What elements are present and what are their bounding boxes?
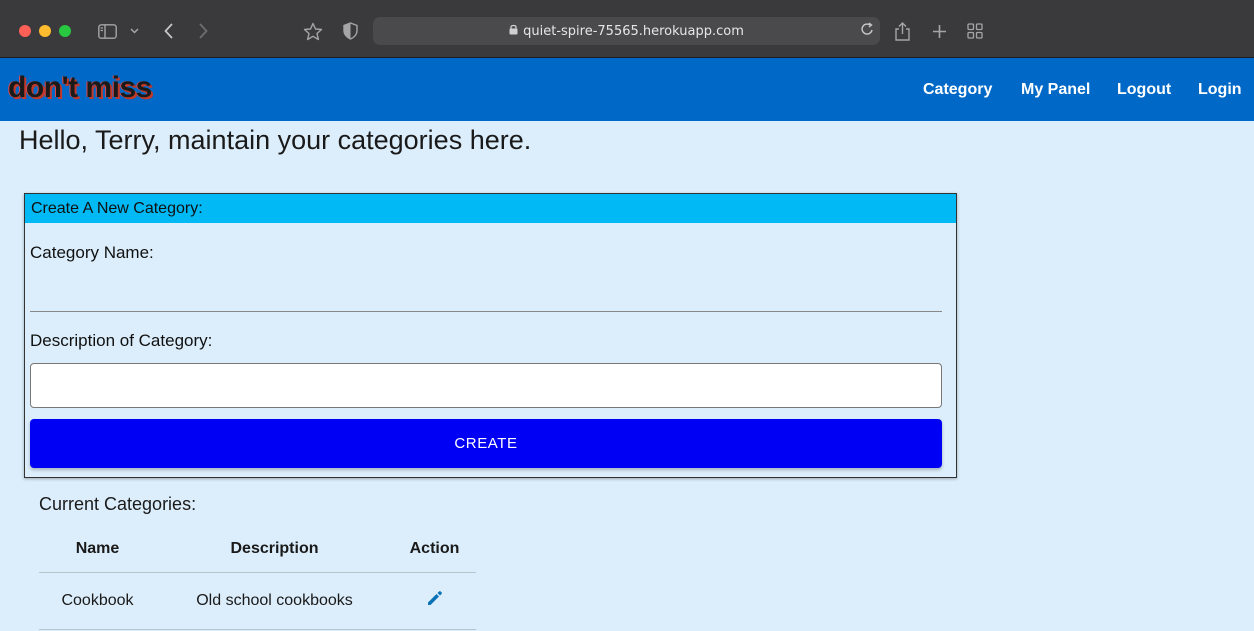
app-navbar: don't miss Category My Panel Logout Logi… [0, 58, 1254, 121]
current-categories-title: Current Categories: [39, 494, 197, 514]
card-header: Create A New Category: [25, 194, 956, 223]
nav-link-category[interactable]: Category [923, 81, 992, 99]
nav-link-my-panel[interactable]: My Panel [1021, 81, 1090, 99]
table-row: Cookbook Old school cookbooks [39, 572, 476, 630]
sidebar-icon[interactable] [96, 18, 118, 44]
category-name-cell: Cookbook [39, 572, 156, 630]
maximize-window-button[interactable] [59, 25, 71, 37]
share-icon[interactable] [893, 18, 911, 44]
pencil-icon[interactable] [426, 589, 444, 612]
close-window-button[interactable] [19, 25, 31, 37]
address-bar[interactable]: quiet-spire-75565.herokuapp.com [373, 17, 880, 45]
nav-link-login[interactable]: Login [1198, 81, 1242, 99]
category-description-cell: Old school cookbooks [156, 572, 393, 630]
shield-icon[interactable] [341, 18, 359, 44]
category-name-label: Category Name: [30, 243, 154, 262]
grid-icon[interactable] [966, 18, 984, 44]
reload-icon[interactable] [861, 22, 874, 40]
column-header-name: Name [39, 526, 156, 573]
category-name-input[interactable] [30, 274, 942, 312]
url-text: quiet-spire-75565.herokuapp.com [523, 23, 744, 39]
brand-logo[interactable]: don't miss [8, 71, 152, 105]
create-category-card: Create A New Category: Category Name: De… [24, 193, 957, 478]
categories-table: Name Description Action Cookbook Old sch… [39, 526, 476, 630]
nav-link-logout[interactable]: Logout [1117, 81, 1171, 99]
category-description-label: Description of Category: [30, 331, 213, 350]
page-greeting: Hello, Terry, maintain your categories h… [19, 125, 532, 155]
column-header-description: Description [156, 526, 393, 573]
chevron-left-icon[interactable] [160, 18, 176, 44]
chevron-right-icon[interactable] [195, 18, 211, 44]
create-button[interactable]: CREATE [30, 419, 942, 468]
browser-toolbar: quiet-spire-75565.herokuapp.com [0, 0, 1254, 58]
table-header-row: Name Description Action [39, 526, 476, 573]
category-description-input[interactable] [30, 363, 942, 408]
chevron-down-icon[interactable] [128, 18, 140, 44]
plus-icon[interactable] [930, 18, 948, 44]
lock-icon [509, 24, 518, 38]
minimize-window-button[interactable] [39, 25, 51, 37]
action-cell [393, 572, 476, 630]
column-header-action: Action [393, 526, 476, 573]
star-icon[interactable] [302, 18, 324, 44]
